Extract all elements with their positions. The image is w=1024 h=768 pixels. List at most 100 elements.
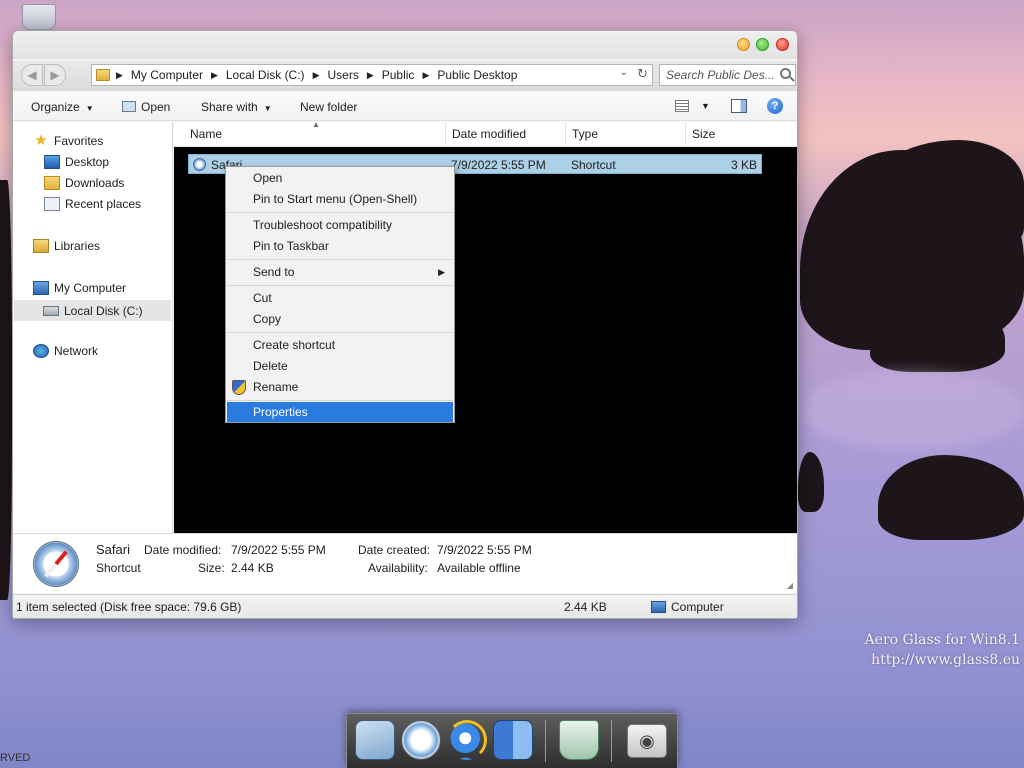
nav-desktop-label: Desktop bbox=[65, 155, 110, 169]
maximize-button[interactable] bbox=[756, 38, 769, 51]
menu-item-cut[interactable]: Cut bbox=[227, 288, 453, 309]
nav-favorites[interactable]: ★ Favorites bbox=[33, 132, 104, 149]
column-name[interactable]: Name bbox=[184, 122, 446, 147]
watermark-url: http://www.glass8.eu bbox=[871, 652, 1020, 668]
chevron-right-icon[interactable]: ▶ bbox=[211, 70, 218, 81]
nav-my-computer[interactable]: My Computer bbox=[33, 281, 126, 295]
chevron-right-icon[interactable]: ▶ bbox=[313, 70, 320, 81]
menu-item-send-to[interactable]: Send to ▶ bbox=[227, 262, 453, 283]
forward-button[interactable]: ▶ bbox=[44, 64, 66, 86]
file-date-modified: 7/9/2022 5:55 PM bbox=[451, 158, 546, 172]
folder-icon bbox=[96, 69, 110, 81]
dock-separator bbox=[545, 720, 546, 762]
nav-local-disk[interactable]: Local Disk (C:) bbox=[14, 300, 171, 321]
new-folder-button[interactable]: New folder bbox=[300, 100, 357, 114]
mail-icon[interactable] bbox=[355, 720, 395, 760]
breadcrumb-public-desktop[interactable]: Public Desktop bbox=[437, 68, 517, 82]
refresh-icon[interactable]: ↻ bbox=[637, 66, 648, 82]
nav-network[interactable]: Network bbox=[33, 344, 98, 358]
resize-grip-icon[interactable]: ◢ bbox=[787, 581, 793, 590]
menu-separator bbox=[227, 400, 453, 401]
details-date-created-label: Date created: bbox=[358, 543, 431, 557]
breadcrumb-local-disk[interactable]: Local Disk (C:) bbox=[226, 68, 305, 82]
chevron-down-icon[interactable]: ⌄ bbox=[620, 67, 628, 78]
chevron-right-icon[interactable]: ▶ bbox=[422, 70, 429, 81]
minimize-button[interactable] bbox=[737, 38, 750, 51]
file-type: Shortcut bbox=[571, 158, 616, 172]
view-options-icon[interactable] bbox=[675, 100, 689, 112]
column-type[interactable]: Type bbox=[566, 122, 686, 147]
nav-libraries[interactable]: Libraries bbox=[33, 239, 100, 253]
nav-libraries-label: Libraries bbox=[54, 239, 101, 253]
nav-downloads-label: Downloads bbox=[65, 176, 125, 190]
column-size[interactable]: Size bbox=[686, 122, 797, 147]
menu-item-pin-taskbar[interactable]: Pin to Taskbar bbox=[227, 236, 453, 257]
safari-icon[interactable] bbox=[401, 720, 441, 760]
shortcut-icon bbox=[193, 158, 206, 171]
command-bar: Organize ▼ Open Share with ▼ New folder ▼ … bbox=[13, 93, 797, 121]
open-label: Open bbox=[141, 100, 171, 114]
menu-separator bbox=[227, 259, 453, 260]
open-button[interactable]: Open bbox=[122, 100, 170, 114]
internet-explorer-icon[interactable] bbox=[447, 720, 487, 760]
preview-pane-icon[interactable] bbox=[731, 99, 747, 113]
status-size: 2.44 KB bbox=[564, 600, 607, 614]
back-button[interactable]: ◀ bbox=[21, 64, 43, 86]
help-icon[interactable]: ? bbox=[767, 98, 783, 114]
breadcrumb-my-computer[interactable]: My Computer bbox=[131, 68, 203, 82]
column-date-modified[interactable]: Date modified bbox=[446, 122, 566, 147]
nav-favorites-label: Favorites bbox=[54, 134, 104, 148]
menu-item-create-shortcut[interactable]: Create shortcut bbox=[227, 335, 453, 356]
menu-separator bbox=[227, 285, 453, 286]
nav-downloads[interactable]: Downloads bbox=[44, 176, 124, 190]
organize-button[interactable]: Organize ▼ bbox=[31, 100, 94, 114]
menu-item-properties[interactable]: Properties bbox=[227, 402, 453, 422]
apple-icon[interactable]: ◉ bbox=[627, 724, 667, 758]
menu-item-rename-label: Rename bbox=[253, 380, 299, 394]
address-bar[interactable]: ▶ My Computer ▶ Local Disk (C:) ▶ Users … bbox=[91, 64, 653, 86]
menu-item-delete[interactable]: Delete bbox=[227, 356, 453, 377]
status-selection: 1 item selected (Disk free space: 79.6 G… bbox=[16, 600, 242, 614]
recycle-bin-icon[interactable] bbox=[22, 4, 56, 30]
menu-item-copy[interactable]: Copy bbox=[227, 309, 453, 330]
details-date-modified-label: Date modified: bbox=[144, 543, 222, 557]
share-with-label: Share with bbox=[201, 100, 258, 114]
search-placeholder: Search Public Des... bbox=[666, 68, 775, 82]
chevron-right-icon[interactable]: ▶ bbox=[367, 70, 374, 81]
downloads-folder-icon bbox=[44, 176, 60, 190]
recent-places-icon bbox=[44, 197, 60, 211]
column-header-row: ▲ Name Date modified Type Size bbox=[174, 120, 797, 147]
watermark: Aero Glass for Win8.1 http://www.glass8.… bbox=[865, 630, 1020, 670]
menu-item-pin-start[interactable]: Pin to Start menu (Open-Shell) bbox=[227, 189, 453, 210]
recycle-bin-icon[interactable] bbox=[559, 720, 599, 760]
disk-drive-icon bbox=[43, 305, 59, 316]
details-date-created: 7/9/2022 5:55 PM bbox=[437, 543, 532, 557]
finder-icon[interactable] bbox=[493, 720, 533, 760]
star-icon: ★ bbox=[34, 132, 48, 149]
libraries-icon bbox=[33, 239, 49, 253]
close-button[interactable] bbox=[776, 38, 789, 51]
share-with-button[interactable]: Share with ▼ bbox=[201, 100, 272, 114]
menu-item-open[interactable]: Open bbox=[227, 168, 453, 189]
details-kind: Shortcut bbox=[96, 561, 141, 575]
breadcrumb-public[interactable]: Public bbox=[382, 68, 415, 82]
uac-shield-icon bbox=[232, 380, 246, 395]
submenu-arrow-icon: ▶ bbox=[438, 267, 445, 277]
search-icon[interactable] bbox=[780, 68, 791, 79]
menu-item-troubleshoot[interactable]: Troubleshoot compatibility bbox=[227, 215, 453, 236]
nav-desktop[interactable]: Desktop bbox=[44, 155, 109, 169]
chevron-right-icon[interactable]: ▶ bbox=[116, 70, 123, 81]
menu-item-send-to-label: Send to bbox=[253, 265, 295, 279]
caret-down-icon[interactable]: ▼ bbox=[701, 101, 710, 111]
caret-down-icon: ▼ bbox=[263, 104, 272, 113]
menu-item-rename[interactable]: Rename bbox=[227, 377, 453, 398]
dock-separator bbox=[611, 720, 612, 762]
menu-separator bbox=[227, 212, 453, 213]
title-bar[interactable] bbox=[13, 31, 797, 59]
breadcrumb-users[interactable]: Users bbox=[327, 68, 358, 82]
watermark-title: Aero Glass for Win8.1 bbox=[864, 632, 1020, 648]
nav-recent-places[interactable]: Recent places bbox=[44, 197, 141, 211]
caret-down-icon: ▼ bbox=[85, 104, 94, 113]
search-input[interactable]: Search Public Des... bbox=[659, 64, 796, 86]
dock: ◉ bbox=[346, 713, 678, 768]
